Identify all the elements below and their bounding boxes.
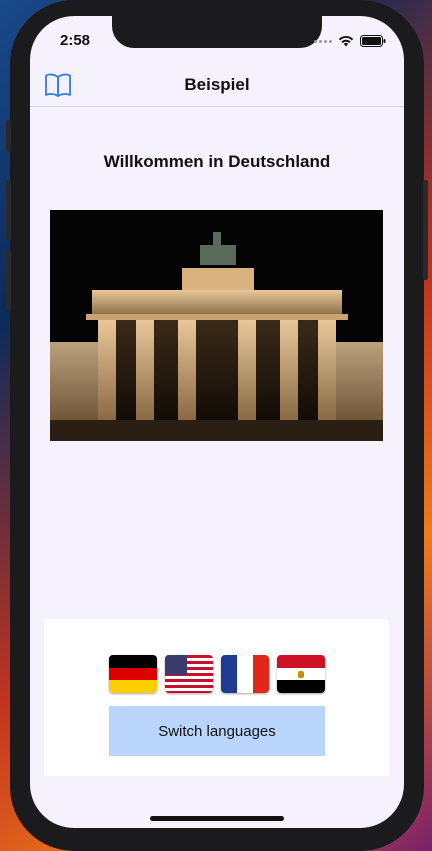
switch-languages-button[interactable]: Switch languages — [109, 706, 325, 756]
usa-flag-icon[interactable] — [165, 655, 213, 693]
france-flag-icon[interactable] — [221, 655, 269, 693]
home-indicator[interactable] — [150, 816, 284, 821]
notch — [112, 16, 322, 48]
status-time: 2:58 — [60, 32, 91, 49]
welcome-heading: Willkommen in Deutschland — [103, 152, 331, 171]
flag-row — [109, 655, 325, 693]
egypt-flag-icon[interactable] — [277, 655, 325, 693]
battery-icon — [360, 35, 386, 47]
navigation-bar: Beispiel — [30, 64, 404, 107]
brandenburg-gate-image — [50, 210, 383, 441]
language-panel: Switch languages — [44, 619, 389, 776]
wifi-icon — [338, 35, 354, 47]
phone-screen: 2:58 Beispiel Willkommen in Deutschland — [30, 16, 404, 828]
volume-down-button — [6, 250, 11, 310]
mute-switch — [6, 120, 11, 152]
status-icons — [314, 35, 386, 47]
nav-title: Beispiel — [184, 75, 250, 94]
cellular-dots-icon — [314, 39, 332, 43]
power-button — [423, 180, 428, 280]
volume-up-button — [6, 180, 11, 240]
germany-flag-icon[interactable] — [109, 655, 157, 693]
